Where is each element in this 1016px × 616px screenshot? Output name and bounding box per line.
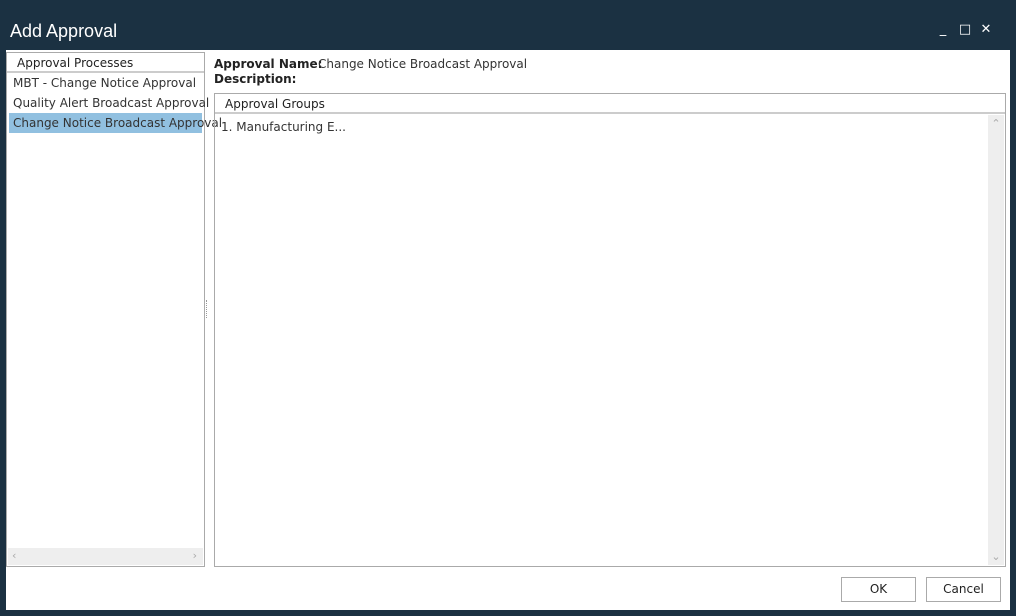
- list-item[interactable]: Quality Alert Broadcast Approval: [9, 93, 209, 113]
- list-item[interactable]: 1. Manufacturing E...: [217, 117, 1003, 137]
- approval-processes-list[interactable]: Approval Processes MBT - Change Notice A…: [6, 52, 222, 567]
- approval-groups-list[interactable]: Approval Groups 1. Manufacturing E... ⌃ …: [214, 93, 1006, 567]
- close-button[interactable]: ✕: [978, 22, 994, 37]
- window-title: Add Approval: [10, 21, 118, 41]
- scroll-up-icon[interactable]: ⌃: [988, 117, 1004, 130]
- description-label: Description:: [214, 72, 297, 86]
- approval-name-label: Approval Name:: [214, 57, 323, 71]
- ok-button[interactable]: OK: [841, 577, 916, 602]
- horizontal-scrollbar[interactable]: ‹ ›: [8, 548, 203, 565]
- list-item-selected[interactable]: Change Notice Broadcast Approval: [9, 113, 222, 133]
- cancel-button[interactable]: Cancel: [926, 577, 1001, 602]
- list-item[interactable]: MBT - Change Notice Approval: [9, 73, 202, 93]
- maximize-button[interactable]: □: [957, 22, 973, 37]
- scroll-right-icon[interactable]: ›: [193, 549, 197, 562]
- splitter-handle[interactable]: [206, 300, 210, 318]
- approval-name-value: Change Notice Broadcast Approval: [318, 57, 528, 71]
- scroll-left-icon[interactable]: ‹: [12, 549, 16, 562]
- groups-header: Approval Groups: [215, 94, 1005, 114]
- minimize-button[interactable]: _: [935, 22, 951, 37]
- list-header: Approval Processes: [7, 53, 204, 73]
- vertical-scrollbar[interactable]: ⌃ ⌄: [988, 115, 1004, 565]
- scroll-down-icon[interactable]: ⌄: [988, 550, 1004, 563]
